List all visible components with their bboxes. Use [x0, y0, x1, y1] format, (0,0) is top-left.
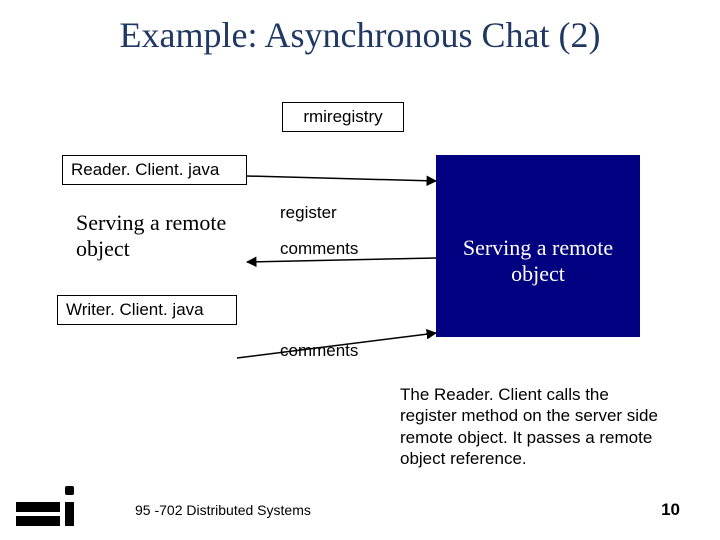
description-text: The Reader. Client calls the register me… [400, 384, 670, 469]
slide: Example: Asynchronous Chat (2) rmiregist… [0, 0, 720, 540]
serving-left: Serving a remote object [76, 210, 261, 263]
box-reader-client: Reader. Client. java [62, 155, 247, 185]
label-register: register [280, 203, 337, 223]
label-comments-bottom: comments [280, 341, 358, 361]
footer-course: 95 -702 Distributed Systems [135, 502, 311, 518]
box-rmiregistry: rmiregistry [282, 102, 404, 132]
label-comments-top: comments [280, 239, 358, 259]
page-title: Example: Asynchronous Chat (2) [0, 14, 720, 56]
page-number: 10 [661, 500, 680, 520]
server-box: Serving a remote object [436, 155, 640, 337]
box-writer-client: Writer. Client. java [57, 295, 237, 325]
logo-icon [16, 468, 76, 528]
